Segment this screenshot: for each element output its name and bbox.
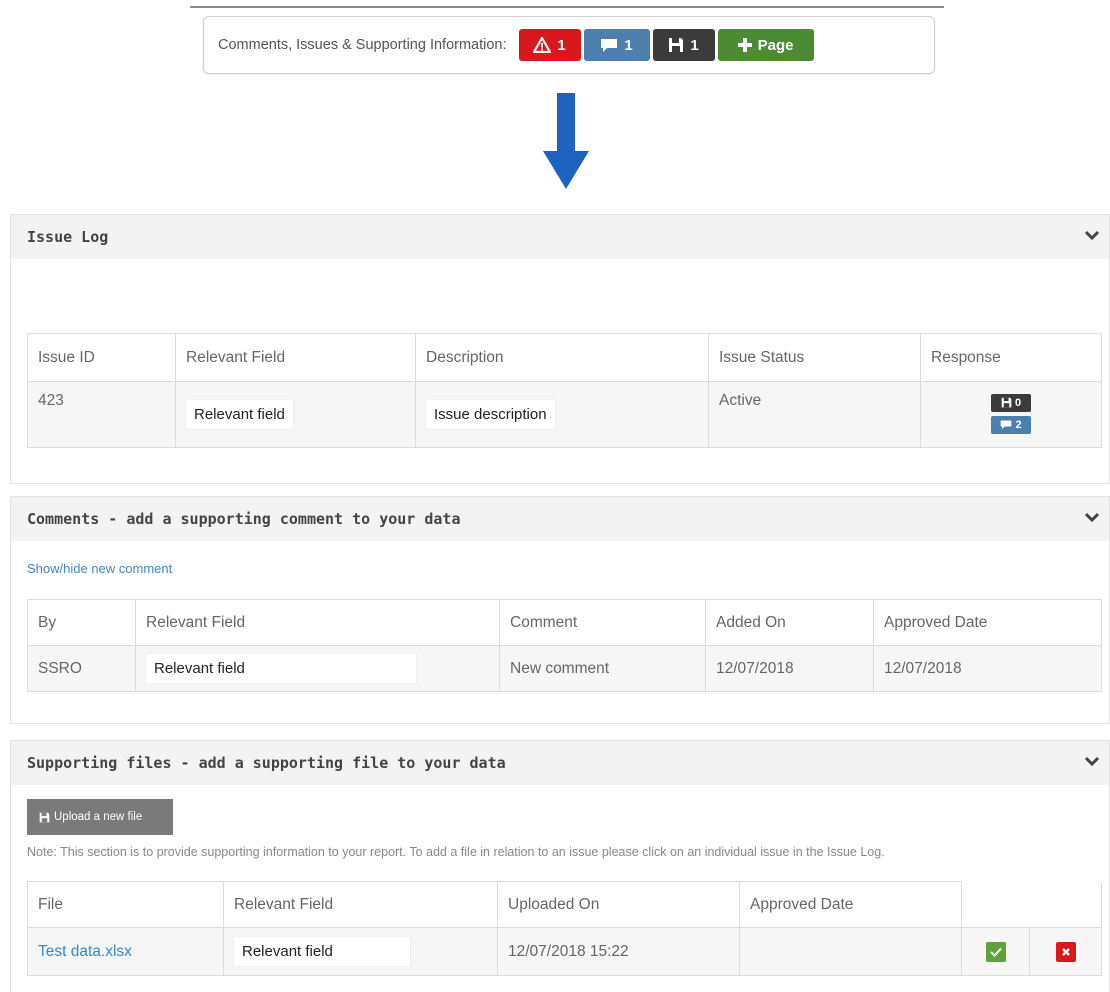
table-row[interactable]: Test data.xlsx Relevant field 12/07/2018… [27,927,1102,976]
relevant-field-cell: Relevant field [135,645,500,692]
approve-cell [961,927,1030,976]
comment-icon [601,39,618,52]
comments-title: Comments - add a supporting comment to y… [27,510,461,528]
col-response: Response [920,333,1102,382]
col-delete [1029,881,1102,928]
approve-button[interactable] [985,941,1006,962]
close-icon [1061,947,1070,956]
issue-status: Active [708,381,921,448]
relevant-field-cell: Relevant field [223,927,498,976]
col-issue-status: Issue Status [708,333,921,382]
table-row[interactable]: 423 Relevant field Issue description Act… [27,381,1102,448]
divider-line [190,6,944,8]
response-comments-count: 2 [1015,418,1022,431]
description-cell: Issue description [415,381,709,448]
floppy-disk-icon [1001,397,1012,408]
summary-label: Comments, Issues & Supporting Informatio… [218,37,507,53]
show-hide-comment-link[interactable]: Show/hide new comment [27,561,172,576]
table-header-row: By Relevant Field Comment Added On Appro… [27,599,1102,646]
col-description: Description [415,333,709,382]
add-page-button[interactable]: Page [717,29,814,61]
comments-count: 1 [624,36,633,54]
col-approved-date: Approved Date [739,881,962,928]
comment-by: SSRO [27,645,136,692]
col-file: File [27,881,224,928]
floppy-disk-icon [669,38,684,52]
comment-text: New comment [499,645,706,692]
comments-header[interactable]: Comments - add a supporting comment to y… [11,497,1109,541]
files-count: 1 [690,36,699,54]
file-cell: Test data.xlsx [27,927,224,976]
col-relevant-field: Relevant Field [175,333,416,382]
add-page-label: Page [757,36,794,54]
approved-date [739,927,962,976]
comments-table: By Relevant Field Comment Added On Appro… [27,599,1102,692]
supporting-files-title: Supporting files - add a supporting file… [27,754,506,772]
note-text: Note: This section is to provide support… [27,845,885,859]
chevron-down-icon[interactable] [1085,756,1099,766]
col-by: By [27,599,136,646]
issues-badge[interactable]: 1 [518,29,581,61]
col-issue-id: Issue ID [27,333,176,382]
issues-count: 1 [557,36,566,54]
issue-id: 423 [27,381,176,448]
delete-cell [1029,927,1102,976]
issue-log-title: Issue Log [27,228,109,246]
summary-bar: Comments, Issues & Supporting Informatio… [203,16,935,74]
upload-file-label: Upload a new file [54,811,143,823]
relevant-field-cell: Relevant field [175,381,416,448]
supporting-files-panel: Supporting files - add a supporting file… [10,740,1110,992]
checkmark-icon [989,947,1002,957]
chevron-down-icon[interactable] [1085,512,1099,522]
files-table: File Relevant Field Uploaded On Approved… [27,881,1102,976]
table-header-row: File Relevant Field Uploaded On Approved… [27,881,1102,928]
delete-button[interactable] [1055,941,1076,962]
approved-date: 12/07/2018 [873,645,1102,692]
chevron-down-icon[interactable] [1085,230,1099,240]
files-badge[interactable]: 1 [652,29,715,61]
col-approve [961,881,1030,928]
warning-icon [533,37,552,53]
comments-panel: Comments - add a supporting comment to y… [10,496,1110,724]
response-comments-badge[interactable]: 2 [991,415,1031,434]
file-link[interactable]: Test data.xlsx [38,943,132,960]
col-approved-date: Approved Date [873,599,1102,646]
relevant-field-value: Relevant field [234,937,410,966]
col-added-on: Added On [705,599,874,646]
table-header-row: Issue ID Relevant Field Description Issu… [27,333,1102,382]
upload-file-button[interactable]: Upload a new file [27,799,173,835]
supporting-files-header[interactable]: Supporting files - add a supporting file… [11,741,1109,785]
down-arrow-icon [543,93,589,189]
issue-log-header[interactable]: Issue Log [11,215,1109,259]
col-comment: Comment [499,599,706,646]
response-files-count: 0 [1014,396,1022,409]
response-cell: 0 2 [920,381,1102,448]
relevant-field-value: Relevant field [146,654,416,683]
plus-icon [737,38,752,52]
col-uploaded-on: Uploaded On [497,881,740,928]
response-files-badge[interactable]: 0 [991,393,1031,412]
issue-log-panel: Issue Log Issue ID Relevant Field Descri… [10,214,1110,484]
added-on: 12/07/2018 [705,645,874,692]
comments-badge[interactable]: 1 [583,29,650,61]
comment-icon [1001,420,1012,430]
issue-description: Issue description [426,400,555,429]
issue-log-table: Issue ID Relevant Field Description Issu… [27,333,1102,448]
floppy-disk-icon [39,812,50,822]
uploaded-on: 12/07/2018 15:22 [497,927,740,976]
col-relevant-field: Relevant Field [135,599,500,646]
col-relevant-field: Relevant Field [223,881,498,928]
table-row[interactable]: SSRO Relevant field New comment 12/07/20… [27,645,1102,692]
relevant-field-value: Relevant field [186,400,293,429]
